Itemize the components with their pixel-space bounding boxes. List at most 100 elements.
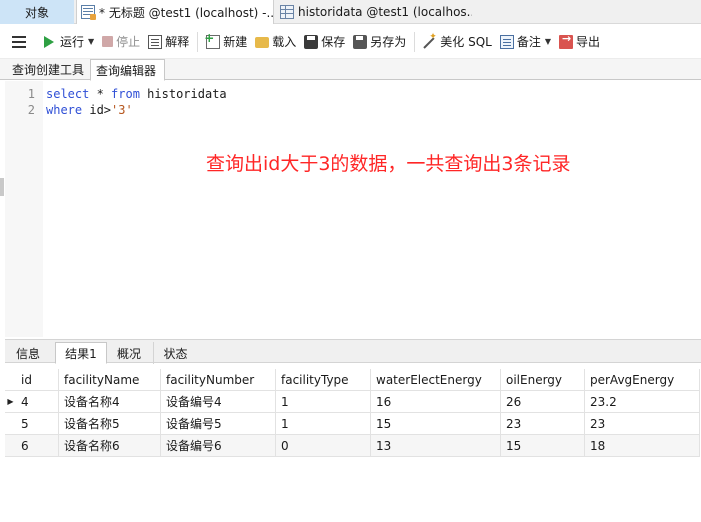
magic-wand-icon bbox=[423, 32, 437, 49]
table-cell[interactable]: 0 bbox=[276, 435, 371, 457]
table-cell[interactable]: 13 bbox=[371, 435, 501, 457]
tab-query-editor-label: 查询编辑器 bbox=[96, 63, 157, 78]
tab-historidata-table[interactable]: historidata @test1 (localhos... bbox=[276, 0, 472, 24]
note-icon bbox=[499, 34, 514, 49]
panel-splitter-handle[interactable] bbox=[0, 178, 4, 196]
table-cell[interactable]: 设备名称4 bbox=[59, 391, 161, 413]
load-button[interactable]: 载入 bbox=[251, 29, 300, 55]
grid-header-row: id facilityName facilityNumber facilityT… bbox=[5, 369, 700, 391]
stop-label: 停止 bbox=[116, 35, 141, 49]
column-header[interactable]: waterElectEnergy bbox=[371, 369, 501, 391]
tab-profile-label: 概况 bbox=[116, 346, 141, 361]
tab-untitled-query[interactable]: * 无标题 @test1 (localhost) -... bbox=[76, 0, 274, 24]
load-label: 载入 bbox=[272, 35, 297, 49]
new-query-icon bbox=[204, 31, 221, 49]
sql-text: id> bbox=[82, 103, 112, 117]
tab-info[interactable]: 信息 bbox=[7, 342, 49, 364]
tab-result1-label: 结果1 bbox=[65, 346, 97, 361]
table-cell[interactable]: 6 bbox=[16, 435, 59, 457]
query-icon bbox=[81, 5, 96, 20]
column-header[interactable]: id bbox=[16, 369, 59, 391]
table-cell[interactable]: 1 bbox=[276, 391, 371, 413]
tab-status[interactable]: 状态 bbox=[153, 342, 197, 364]
table-cell[interactable]: 设备名称5 bbox=[59, 413, 161, 435]
export-button[interactable]: 导出 bbox=[555, 29, 604, 55]
line-number: 2 bbox=[27, 103, 35, 117]
column-header[interactable]: oilEnergy bbox=[501, 369, 585, 391]
chevron-down-icon[interactable]: ▼ bbox=[545, 37, 551, 46]
table-cell[interactable]: 4 bbox=[16, 391, 59, 413]
table-cell[interactable]: 18 bbox=[585, 435, 700, 457]
column-header[interactable]: perAvgEnergy bbox=[585, 369, 700, 391]
table-cell[interactable]: 23 bbox=[585, 413, 700, 435]
new-button[interactable]: 新建 bbox=[202, 29, 251, 55]
sql-keyword: from bbox=[111, 87, 140, 101]
save-button[interactable]: 保存 bbox=[300, 29, 349, 55]
table-row[interactable]: ▶ 4 设备名称4 设备编号4 1 16 26 23.2 bbox=[5, 391, 700, 413]
editor-mode-tabs: 查询创建工具 查询编辑器 bbox=[0, 59, 701, 81]
beautify-sql-button[interactable]: 美化 SQL bbox=[419, 29, 496, 55]
row-indicator bbox=[5, 369, 16, 391]
table-row[interactable]: 6 设备名称6 设备编号6 0 13 15 18 bbox=[5, 435, 700, 457]
code-line: 2 where id>'3' bbox=[5, 102, 695, 118]
chevron-down-icon[interactable]: ▼ bbox=[88, 37, 94, 46]
run-button[interactable]: 运行 ▼ bbox=[40, 29, 98, 55]
sql-text: historidata bbox=[139, 87, 227, 101]
line-number-gutter bbox=[5, 81, 43, 337]
table-cell[interactable]: 15 bbox=[371, 413, 501, 435]
tab-query-editor[interactable]: 查询编辑器 bbox=[90, 59, 165, 81]
sql-keyword: select bbox=[46, 87, 90, 101]
table-cell[interactable]: 设备编号5 bbox=[161, 413, 276, 435]
new-label: 新建 bbox=[223, 35, 248, 49]
table-cell[interactable]: 16 bbox=[371, 391, 501, 413]
explain-label: 解释 bbox=[165, 35, 190, 49]
sql-editor[interactable]: 1 select * from historidata 2 where id>'… bbox=[5, 81, 701, 337]
document-tab-strip: 对象 * 无标题 @test1 (localhost) -... histori… bbox=[0, 0, 701, 24]
line-number: 1 bbox=[27, 87, 35, 101]
table-cell[interactable]: 5 bbox=[16, 413, 59, 435]
table-cell[interactable]: 23 bbox=[501, 413, 585, 435]
beautify-label: 美化 SQL bbox=[440, 35, 492, 49]
table-icon bbox=[280, 5, 294, 19]
table-row[interactable]: 5 设备名称5 设备编号5 1 15 23 23 bbox=[5, 413, 700, 435]
toolbar-divider bbox=[414, 31, 416, 52]
tab-query-builder[interactable]: 查询创建工具 bbox=[7, 59, 90, 80]
sql-string: '3' bbox=[111, 103, 133, 117]
tab-info-label: 信息 bbox=[15, 346, 40, 361]
annotation-text: 查询出id大于3的数据，一共查询出3条记录 bbox=[206, 153, 571, 175]
table-cell[interactable]: 26 bbox=[501, 391, 585, 413]
note-label: 备注 bbox=[516, 35, 541, 49]
menu-icon[interactable] bbox=[12, 35, 26, 48]
stop-icon bbox=[102, 36, 114, 47]
query-toolbar: 运行 ▼ 停止 解释 新建 载入 保存 另存为 美化 SQL 备注 ▼ 导出 bbox=[0, 25, 701, 59]
play-icon bbox=[44, 35, 54, 48]
table-cell[interactable]: 23.2 bbox=[585, 391, 700, 413]
sql-text: * bbox=[89, 87, 112, 101]
table-cell[interactable]: 设备名称6 bbox=[59, 435, 161, 457]
stop-button[interactable]: 停止 bbox=[98, 29, 144, 55]
current-row-arrow-icon: ▶ bbox=[5, 391, 16, 413]
result-tabs: 信息 结果1 概况 状态 bbox=[5, 339, 701, 364]
tab-objects-label: 对象 bbox=[24, 5, 49, 20]
explain-button[interactable]: 解释 bbox=[144, 29, 193, 55]
row-indicator bbox=[5, 413, 16, 435]
note-button[interactable]: 备注 ▼ bbox=[496, 29, 555, 55]
table-cell[interactable]: 设备编号6 bbox=[161, 435, 276, 457]
table-cell[interactable]: 设备编号4 bbox=[161, 391, 276, 413]
run-label: 运行 bbox=[60, 35, 85, 49]
tab-profile[interactable]: 概况 bbox=[107, 342, 151, 364]
tab-status-label: 状态 bbox=[163, 346, 188, 361]
folder-icon bbox=[255, 37, 270, 48]
column-header[interactable]: facilityNumber bbox=[161, 369, 276, 391]
save-label: 保存 bbox=[321, 35, 346, 49]
column-header[interactable]: facilityType bbox=[276, 369, 371, 391]
export-label: 导出 bbox=[576, 35, 601, 49]
column-header[interactable]: facilityName bbox=[59, 369, 161, 391]
save-as-button[interactable]: 另存为 bbox=[349, 29, 410, 55]
tab-query-builder-label: 查询创建工具 bbox=[12, 63, 85, 77]
table-cell[interactable]: 15 bbox=[501, 435, 585, 457]
save-as-icon bbox=[353, 34, 368, 49]
tab-objects[interactable]: 对象 bbox=[0, 0, 74, 24]
tab-result1[interactable]: 结果1 bbox=[55, 342, 107, 364]
table-cell[interactable]: 1 bbox=[276, 413, 371, 435]
